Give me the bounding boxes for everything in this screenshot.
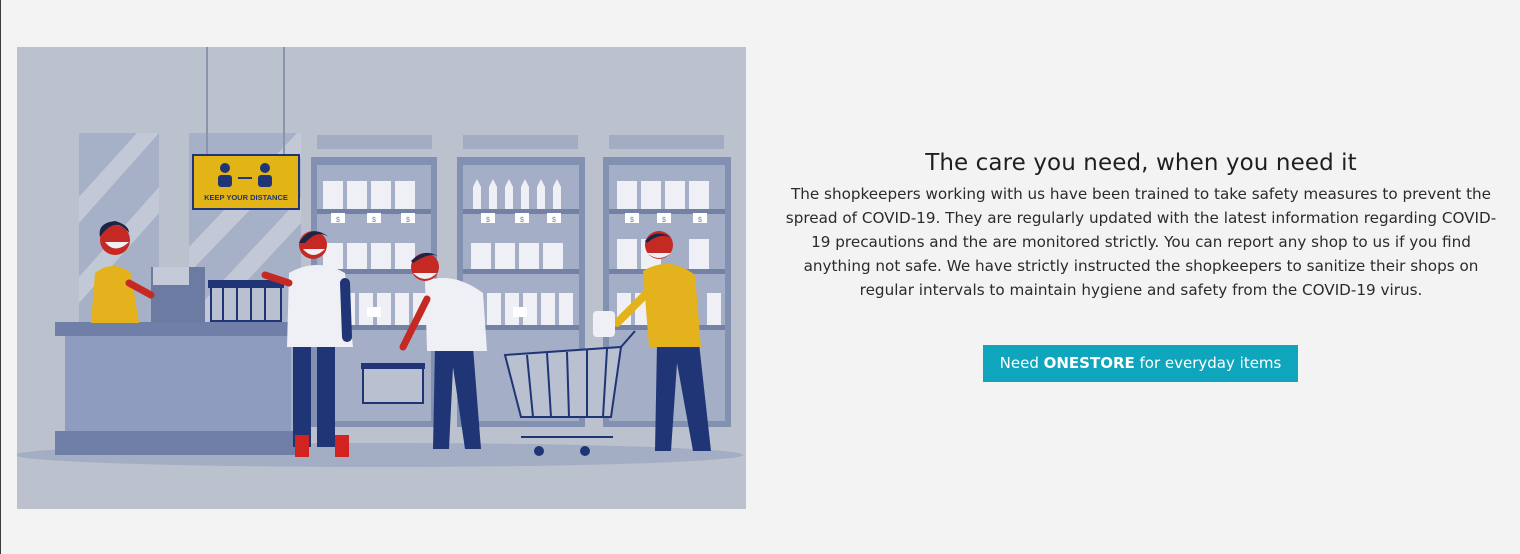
svg-text:$: $ <box>552 217 556 224</box>
svg-text:$: $ <box>406 217 410 224</box>
svg-text:$: $ <box>698 217 702 224</box>
svg-text:$: $ <box>662 217 666 224</box>
section-description: The shopkeepers working with us have bee… <box>785 185 1497 299</box>
onestore-cta-button[interactable]: Need ONESTORE for everyday items <box>983 345 1298 382</box>
info-section: The care you need, when you need it The … <box>779 148 1503 302</box>
cta-prefix: Need <box>999 354 1044 372</box>
cta-suffix: for everyday items <box>1134 354 1282 372</box>
svg-text:$: $ <box>486 217 490 224</box>
svg-text:$: $ <box>630 217 634 224</box>
grocery-store-illustration: KEEP YOUR DISTANCE $ $ $ $ $ $ $ $ $ <box>17 47 746 509</box>
svg-text:$: $ <box>336 217 340 224</box>
svg-text:$: $ <box>520 217 524 224</box>
store-scene: KEEP YOUR DISTANCE $ $ $ $ $ $ $ $ $ <box>17 47 743 467</box>
basket-on-counter <box>208 280 284 322</box>
section-heading: The care you need, when you need it <box>925 150 1357 176</box>
svg-text:$: $ <box>372 217 376 224</box>
sign-label: KEEP YOUR DISTANCE <box>204 193 288 202</box>
page: KEEP YOUR DISTANCE $ $ $ $ $ $ $ $ $ The… <box>0 0 1520 554</box>
cta-brand: ONESTORE <box>1043 354 1135 372</box>
